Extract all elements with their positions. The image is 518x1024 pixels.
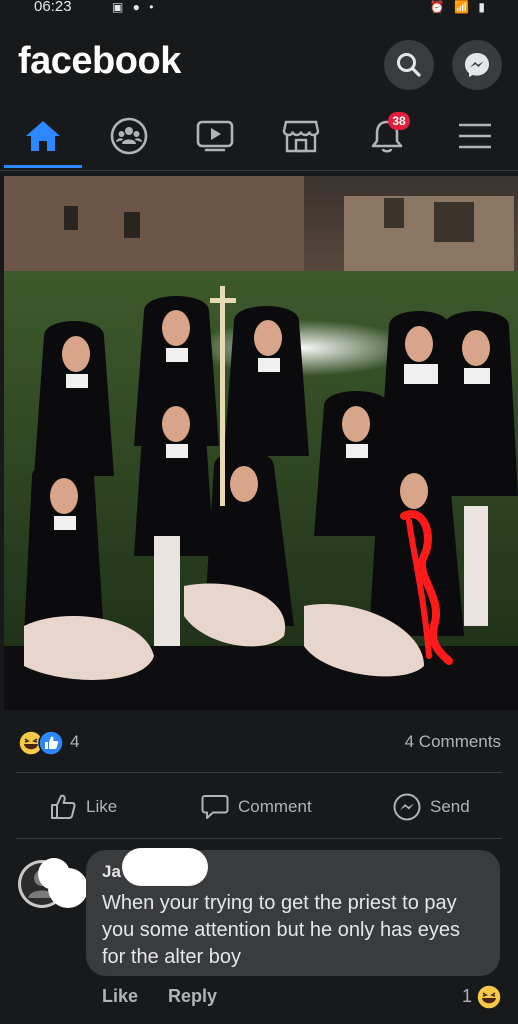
comment-text: When your trying to get the priest to pa… [102,892,461,968]
status-bar: 06:23 ▣ ● • ⏰ 📶 ▮ [0,0,518,20]
haha-reaction-icon [476,984,502,1010]
comment-meta: Like Reply 1 [0,984,518,1014]
comment-icon [201,795,229,819]
groups-icon [110,117,148,155]
comments-count[interactable]: 4 Comments [405,732,501,752]
commenter-avatar[interactable] [16,846,88,918]
home-icon [26,121,60,151]
watch-icon [196,120,234,152]
messenger-send-icon [393,793,421,821]
like-button[interactable]: Like [48,784,117,830]
app-header: facebook [0,20,518,106]
post-photo[interactable] [4,176,518,710]
reaction-count: 4 [70,732,80,751]
actions-divider-bottom [16,838,502,839]
send-button[interactable]: Send [392,784,470,830]
send-label: Send [430,797,470,816]
tab-notifications[interactable]: 38 [344,106,430,166]
actions-divider-top [16,772,502,773]
tab-bar: 38 [0,106,518,170]
search-icon [397,53,421,77]
post-actions: Like Comment Send [0,784,518,832]
comment-button[interactable]: Comment [200,784,312,830]
menu-icon [459,123,491,149]
messenger-icon [465,53,489,77]
comment-label: Comment [238,797,312,816]
post-photo-illustration [4,176,518,710]
thumbs-up-icon [51,794,76,819]
author-name-redaction [122,848,208,886]
status-time: 06:23 [34,0,72,15]
tab-divider [0,170,518,171]
like-label: Like [86,797,118,816]
status-notification-icons: ▣ ● • [112,0,157,14]
comment-like-link[interactable]: Like [102,986,138,1007]
tab-home[interactable] [0,106,86,168]
like-reaction-icon [38,730,64,756]
comment-reply-link[interactable]: Reply [168,986,217,1007]
comment-bubble[interactable]: Ja s When your trying to get the priest … [86,848,500,976]
search-button[interactable] [384,40,434,90]
reactions-row[interactable]: 4 4 Comments [0,726,518,760]
notification-badge: 38 [388,112,410,130]
marketplace-icon [282,120,320,153]
tab-marketplace[interactable] [258,106,344,166]
status-system-icons: ⏰ 📶 ▮ [429,0,488,14]
comment-reaction-count: 1 [462,986,473,1006]
facebook-logo[interactable]: facebook [18,40,181,83]
tab-menu[interactable] [432,106,518,166]
tab-watch[interactable] [172,106,258,166]
avatar-image [18,858,88,908]
messenger-button[interactable] [452,40,502,90]
tab-groups[interactable] [86,106,172,166]
